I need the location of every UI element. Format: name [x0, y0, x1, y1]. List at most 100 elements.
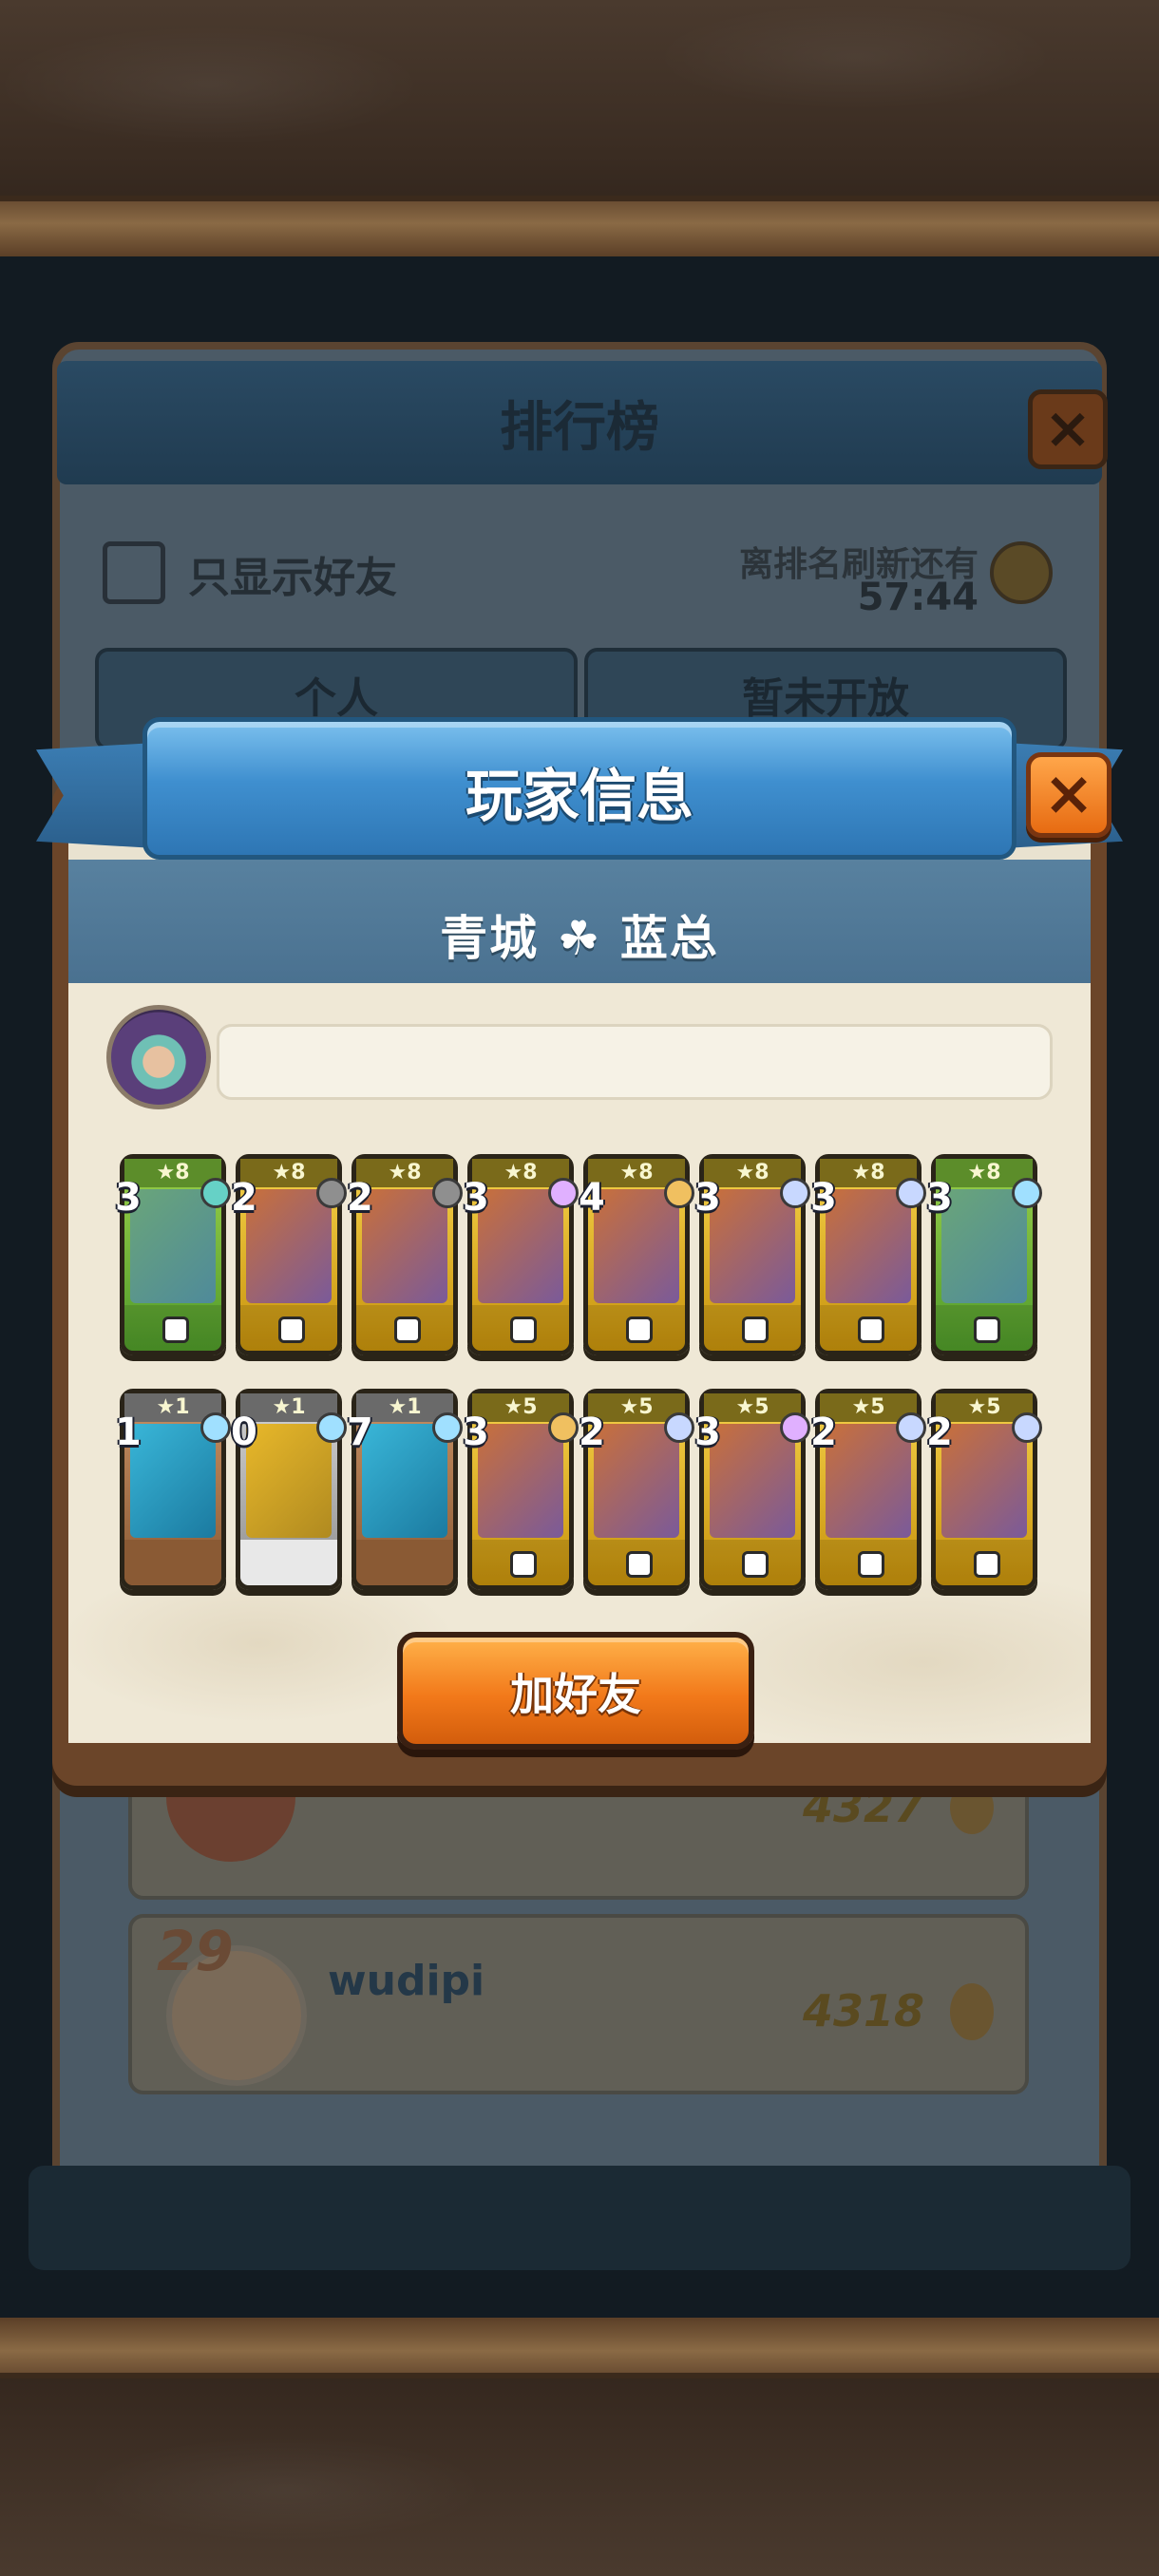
dice-icon	[278, 1316, 305, 1343]
player-avatar	[106, 1005, 211, 1109]
card-art	[594, 1189, 679, 1303]
deck-card[interactable]: ★1 7	[347, 1389, 463, 1590]
wood-frame-top	[0, 0, 1159, 256]
card-level: 3	[463, 1411, 489, 1454]
medal-icon	[950, 1781, 994, 1834]
popup-title: 玩家信息	[466, 764, 694, 830]
player-name-suffix: 蓝总	[619, 911, 719, 966]
rarity-gem-icon	[780, 1412, 810, 1443]
wood-frame-bottom	[0, 2318, 1159, 2576]
card-art	[246, 1424, 332, 1538]
card-art	[130, 1189, 216, 1303]
card-level: 3	[926, 1176, 953, 1220]
deck-card[interactable]: ★5 2	[579, 1389, 694, 1590]
dice-icon	[974, 1551, 1000, 1578]
dice-icon	[510, 1551, 537, 1578]
friends-only-label: 只显示好友	[188, 554, 397, 602]
deck-card[interactable]: ★5 3	[463, 1389, 579, 1590]
deck-card[interactable]: ★8 3	[810, 1154, 926, 1355]
deck-card[interactable]: ★8 3	[115, 1154, 231, 1355]
rarity-gem-icon	[664, 1412, 694, 1443]
rarity-gem-icon	[1012, 1412, 1042, 1443]
deck-card[interactable]: ★5 3	[694, 1389, 810, 1590]
card-footer	[356, 1540, 453, 1585]
card-level: 2	[926, 1411, 953, 1454]
add-friend-label: 加好友	[510, 1669, 641, 1720]
rarity-gem-icon	[200, 1178, 231, 1208]
rarity-gem-icon	[432, 1412, 463, 1443]
card-art	[246, 1189, 332, 1303]
card-art	[362, 1424, 447, 1538]
card-art	[362, 1189, 447, 1303]
card-level: 2	[810, 1411, 837, 1454]
rarity-gem-icon	[200, 1412, 231, 1443]
card-level: 3	[463, 1176, 489, 1220]
card-level: 7	[347, 1411, 373, 1454]
clover-icon: ☘	[557, 911, 602, 966]
card-level: 4	[579, 1176, 605, 1220]
deck-card[interactable]: ★8 3	[926, 1154, 1042, 1355]
deck-card[interactable]: ★1 1	[115, 1389, 231, 1590]
bottom-bar	[28, 2166, 1130, 2270]
card-art	[478, 1424, 563, 1538]
player-signature-field	[217, 1024, 1053, 1100]
rarity-gem-icon	[432, 1178, 463, 1208]
card-level: 3	[694, 1176, 721, 1220]
leaderboard-score: 4318	[803, 1985, 925, 2036]
card-level: 2	[347, 1176, 373, 1220]
dice-icon	[974, 1316, 1000, 1343]
deck-card[interactable]: ★5 2	[810, 1389, 926, 1590]
card-footer	[124, 1540, 221, 1585]
rarity-gem-icon	[316, 1412, 347, 1443]
dice-icon	[858, 1551, 884, 1578]
leaderboard-rank: 29	[157, 1919, 234, 1983]
deck-card[interactable]: ★8 2	[347, 1154, 463, 1355]
card-art	[941, 1424, 1027, 1538]
card-art	[594, 1424, 679, 1538]
dice-icon	[742, 1316, 769, 1343]
refresh-timer: 57:44	[857, 576, 978, 619]
deck-card[interactable]: ★1 0	[231, 1389, 347, 1590]
dice-icon	[742, 1551, 769, 1578]
card-level: 3	[810, 1176, 837, 1220]
rarity-gem-icon	[896, 1412, 926, 1443]
card-level: 1	[115, 1411, 142, 1454]
card-level: 0	[231, 1411, 257, 1454]
medal-icon	[950, 1983, 994, 2040]
rarity-gem-icon	[548, 1412, 579, 1443]
card-art	[130, 1424, 216, 1538]
rarity-gem-icon	[316, 1178, 347, 1208]
dice-icon	[510, 1316, 537, 1343]
medal-icon	[990, 541, 1053, 604]
rarity-gem-icon	[896, 1178, 926, 1208]
card-level: 2	[579, 1411, 605, 1454]
card-art	[478, 1189, 563, 1303]
card-level: 2	[231, 1176, 257, 1220]
card-art	[941, 1189, 1027, 1303]
rarity-gem-icon	[780, 1178, 810, 1208]
friends-only-checkbox[interactable]	[103, 541, 165, 604]
deck-card[interactable]: ★8 3	[694, 1154, 810, 1355]
card-art	[826, 1189, 911, 1303]
dice-icon	[626, 1551, 653, 1578]
card-art	[826, 1424, 911, 1538]
deck-card[interactable]: ★8 2	[231, 1154, 347, 1355]
card-footer	[240, 1540, 337, 1585]
leaderboard-close-button[interactable]: ×	[1028, 389, 1108, 469]
card-level: 3	[115, 1176, 142, 1220]
player-name: 青城 ☘ 蓝总	[68, 900, 1091, 969]
deck-card[interactable]: ★5 2	[926, 1389, 1042, 1590]
dice-icon	[626, 1316, 653, 1343]
rarity-gem-icon	[548, 1178, 579, 1208]
dice-icon	[858, 1316, 884, 1343]
deck-card[interactable]: ★8 4	[579, 1154, 694, 1355]
leaderboard-title: 排行榜	[500, 397, 659, 459]
deck-card[interactable]: ★8 3	[463, 1154, 579, 1355]
card-art	[710, 1189, 795, 1303]
player-name-prefix: 青城	[440, 911, 540, 966]
close-button[interactable]: ×	[1026, 752, 1112, 838]
leaderboard-player-name: wudipi	[328, 1957, 485, 2005]
card-level: 3	[694, 1411, 721, 1454]
dice-icon	[162, 1316, 189, 1343]
rarity-gem-icon	[664, 1178, 694, 1208]
